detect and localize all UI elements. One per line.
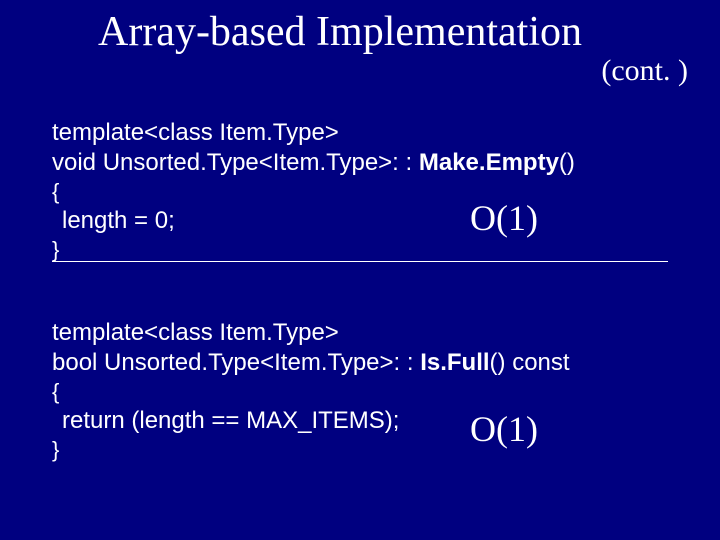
code-text: bool Unsorted.Type<Item.Type>: : bbox=[52, 349, 420, 376]
code-line: bool Unsorted.Type<Item.Type>: : Is.Full… bbox=[52, 348, 570, 378]
horizontal-rule bbox=[52, 261, 668, 262]
code-line: { bbox=[52, 378, 570, 406]
slide-title: Array-based Implementation bbox=[98, 8, 582, 56]
complexity-label: O(1) bbox=[470, 197, 538, 239]
code-line: template<class Item.Type> bbox=[52, 318, 570, 348]
code-text: () const bbox=[490, 349, 570, 376]
complexity-label: O(1) bbox=[470, 408, 538, 450]
code-line: void Unsorted.Type<Item.Type>: : Make.Em… bbox=[52, 148, 575, 178]
code-text: () bbox=[559, 149, 575, 176]
slide: Array-based Implementation (cont. ) temp… bbox=[0, 0, 720, 540]
code-funcname: Make.Empty bbox=[419, 149, 559, 176]
code-block-makeempty: template<class Item.Type> void Unsorted.… bbox=[52, 118, 575, 263]
code-text: void Unsorted.Type<Item.Type>: : bbox=[52, 149, 419, 176]
slide-subtitle-cont: (cont. ) bbox=[601, 54, 688, 88]
code-line: template<class Item.Type> bbox=[52, 118, 575, 148]
code-line: } bbox=[52, 236, 575, 264]
code-funcname: Is.Full bbox=[420, 349, 489, 376]
